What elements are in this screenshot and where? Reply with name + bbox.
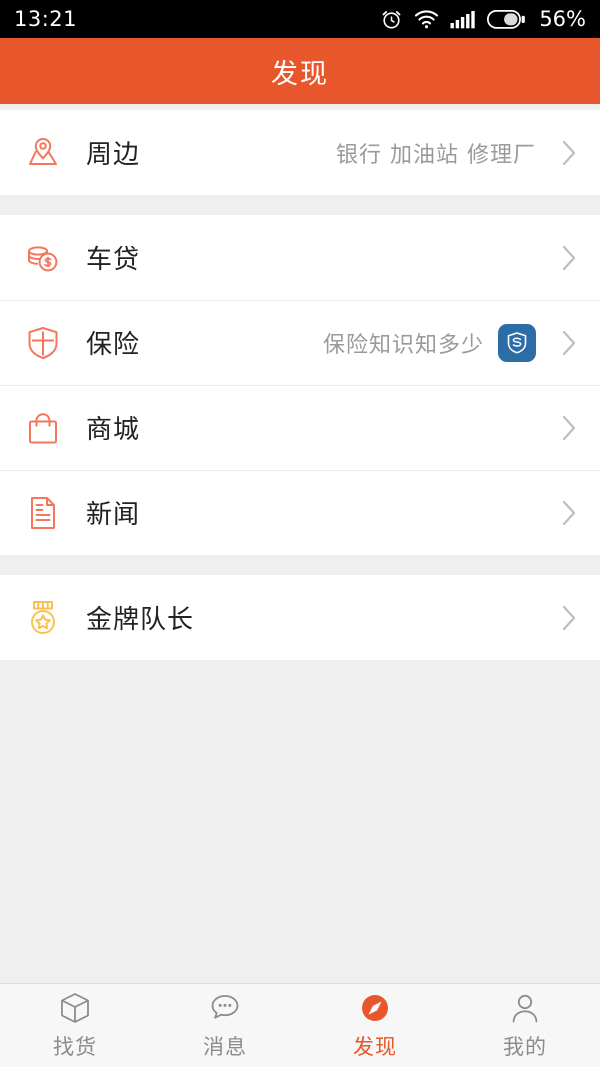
chat-bubble-icon	[208, 991, 242, 1025]
chevron-right-icon	[556, 241, 582, 275]
list-item-label: 保险	[86, 330, 141, 360]
bottom-tab-bar: 找货 消息 发现 我的	[0, 983, 600, 1067]
battery-percent-label: 56%	[539, 7, 586, 31]
list-item-trailing	[536, 241, 582, 275]
list-item-trailing: 银行 加油站 修理厂	[336, 136, 582, 170]
chevron-right-icon	[556, 411, 582, 445]
list-item-trailing	[536, 601, 582, 635]
chevron-right-icon	[556, 136, 582, 170]
alarm-icon	[380, 8, 403, 31]
tab-label: 我的	[503, 1034, 547, 1059]
list-group: 周边 银行 加油站 修理厂	[0, 110, 600, 195]
list-item-label: 车贷	[86, 245, 141, 275]
chevron-right-icon	[556, 601, 582, 635]
page-header: 发现	[0, 38, 600, 104]
signal-icon	[450, 9, 476, 29]
shield-cross-icon	[22, 322, 64, 364]
tab-label: 发现	[353, 1034, 397, 1059]
shield-s-badge-icon[interactable]	[498, 323, 536, 362]
tab-messages[interactable]: 消息	[150, 984, 300, 1067]
compass-icon	[358, 991, 392, 1025]
page-title: 发现	[271, 58, 329, 90]
list-item-gold-captain[interactable]: 金牌队长	[0, 575, 600, 660]
list-item-trailing	[536, 411, 582, 445]
group-separator	[0, 555, 600, 575]
tab-discover[interactable]: 发现	[300, 984, 450, 1067]
wifi-icon	[414, 9, 439, 29]
list-item-subtext: 银行 加油站 修理厂	[336, 142, 536, 168]
box-icon	[58, 991, 92, 1025]
list-group: 车贷 保险 保险知识知多少 商城 新闻	[0, 215, 600, 555]
tab-mine[interactable]: 我的	[450, 984, 600, 1067]
status-indicators: 56%	[380, 7, 586, 31]
status-clock: 13:21	[14, 7, 78, 31]
tab-label: 消息	[203, 1034, 247, 1059]
person-icon	[508, 991, 542, 1025]
battery-icon	[487, 9, 526, 30]
list-item-label: 周边	[86, 140, 141, 170]
list-item-label: 金牌队长	[86, 605, 195, 635]
medal-icon	[22, 597, 64, 639]
shopping-bag-icon	[22, 407, 64, 449]
chevron-right-icon	[556, 496, 582, 530]
tab-label: 找货	[53, 1034, 97, 1059]
list-item-trailing: 保险知识知多少	[322, 323, 582, 362]
list-item-trailing	[536, 496, 582, 530]
list-item-insurance[interactable]: 保险 保险知识知多少	[0, 300, 600, 385]
tab-find-goods[interactable]: 找货	[0, 984, 150, 1067]
list-item-news[interactable]: 新闻	[0, 470, 600, 555]
chevron-right-icon	[556, 326, 582, 360]
list-item-label: 商城	[86, 415, 141, 445]
app-screen: 13:21 56% 发现 周边 银行 加油站 修理厂 车贷 保险 保险知识知多少…	[0, 0, 600, 1067]
list-item-nearby[interactable]: 周边 银行 加油站 修理厂	[0, 110, 600, 195]
list-item-label: 新闻	[86, 500, 141, 530]
list-item-mall[interactable]: 商城	[0, 385, 600, 470]
map-pin-icon	[22, 132, 64, 174]
coins-icon	[22, 237, 64, 279]
list-item-car-loan[interactable]: 车贷	[0, 215, 600, 300]
group-separator	[0, 195, 600, 215]
status-bar: 13:21 56%	[0, 0, 600, 38]
list-group: 金牌队长	[0, 575, 600, 660]
document-icon	[22, 492, 64, 534]
list-item-subtext: 保险知识知多少	[322, 332, 484, 358]
discover-list[interactable]: 周边 银行 加油站 修理厂 车贷 保险 保险知识知多少 商城 新闻 金牌队长	[0, 104, 600, 983]
